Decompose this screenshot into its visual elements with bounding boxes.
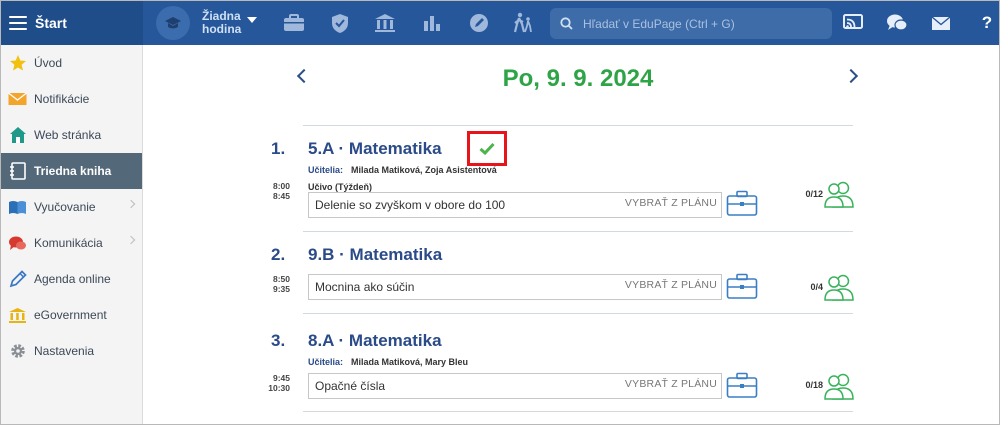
checkmark-icon	[479, 142, 495, 155]
sidebar-item-komunikacia[interactable]: Komunikácia	[1, 225, 142, 261]
sidebar-item-label: Notifikácie	[34, 92, 90, 106]
lesson-topic-field[interactable]: Opačné čísla VYBRAŤ Z PLÁNU	[308, 373, 722, 399]
sidebar-item-label: Nastavenia	[34, 344, 95, 358]
search-input[interactable]: Hľadať v EduPage (Ctrl + G)	[583, 17, 735, 31]
lesson-curriculum-link[interactable]: Učivo (Týždeň)	[308, 182, 372, 192]
students-icon[interactable]	[823, 372, 855, 400]
pencil-circle-icon[interactable]	[467, 11, 491, 35]
sidebar-item-egovernment[interactable]: eGovernment	[1, 297, 142, 333]
sidebar-item-agenda-online[interactable]: Agenda online	[1, 261, 142, 297]
chat-bubbles-icon[interactable]	[885, 11, 909, 35]
top-bar: Štart Žiadna hodina Hľadať v EduPage (Ct…	[1, 1, 999, 45]
sidebar-item-label: Web stránka	[34, 128, 102, 142]
lesson-topic: Mocnina ako súčin	[315, 280, 415, 294]
sidebar-item-triedna-kniha[interactable]: Triedna kniha	[1, 153, 142, 189]
lesson-card-3: 3. 8.A · Matematika Učitelia: Milada Mati…	[263, 313, 863, 413]
sidebar-item-web-stranka[interactable]: Web stránka	[1, 117, 142, 153]
lesson-title[interactable]: 8.A · Matematika	[308, 331, 442, 351]
page-title-date: Po, 9. 9. 2024	[502, 65, 654, 92]
sidebar-item-uvod[interactable]: Úvod	[1, 45, 142, 81]
chevron-right-icon	[126, 199, 136, 209]
sidebar-item-label: Agenda online	[34, 272, 111, 286]
graduation-cap-icon	[156, 6, 190, 40]
chevron-down-icon	[247, 17, 258, 23]
lesson-number: 2.	[271, 245, 286, 264]
institution-icon	[8, 306, 27, 325]
lesson-topic: Opačné čísla	[315, 379, 386, 393]
search-icon	[560, 17, 573, 30]
pen-icon	[8, 270, 27, 289]
search-bar[interactable]: Hľadať v EduPage (Ctrl + G)	[550, 8, 832, 39]
sidebar-item-label: Triedna kniha	[34, 164, 112, 178]
lesson-teachers: Učitelia: Milada Matiková, Mary Bleu	[308, 357, 469, 367]
lesson-topic: Delenie so zvyškom v obore do 100	[315, 198, 506, 212]
briefcase-icon[interactable]	[282, 11, 306, 35]
lesson-teachers: Učitelia: Milada Matiková, Zoja Asistento…	[308, 165, 497, 175]
envelope-icon[interactable]	[929, 11, 953, 35]
lesson-number: 1.	[271, 139, 286, 158]
sidebar-item-label: Vyučovanie	[34, 200, 96, 214]
lesson-selector[interactable]: Žiadna hodina	[156, 6, 258, 40]
chat-icon	[8, 234, 27, 253]
lesson-time: 8:00 8:45	[272, 181, 290, 201]
app-window: Štart Žiadna hodina Hľadať v EduPage (Ct…	[0, 0, 1000, 425]
briefcase-icon[interactable]	[726, 189, 758, 217]
students-icon[interactable]	[823, 180, 855, 208]
select-from-plan-button[interactable]: VYBRAŤ Z PLÁNU	[625, 378, 717, 390]
gear-icon	[8, 342, 27, 361]
lesson-completed-highlight[interactable]	[467, 131, 507, 166]
lesson-topic-field[interactable]: Mocnina ako súčin VYBRAŤ Z PLÁNU	[308, 274, 722, 300]
students-icon[interactable]	[823, 273, 855, 301]
sidebar-item-label: Komunikácia	[34, 236, 103, 250]
select-from-plan-button[interactable]: VYBRAŤ Z PLÁNU	[625, 197, 717, 209]
lesson-time: 9:45 10:30	[268, 373, 290, 393]
select-from-plan-button[interactable]: VYBRAŤ Z PLÁNU	[625, 279, 717, 291]
lesson-card-1: 1. 5.A · Matematika Učitelia: Milada Mati…	[263, 125, 863, 225]
sidebar-item-nastavenia[interactable]: Nastavenia	[1, 333, 142, 369]
attendance-count: 0/18	[805, 380, 823, 390]
sidebar-item-label: eGovernment	[34, 308, 107, 322]
help-button[interactable]: ?	[975, 11, 999, 35]
sidebar: Úvod Notifikácie Web stránka Triedna kni…	[1, 45, 143, 424]
cast-icon[interactable]	[841, 11, 865, 35]
lesson-title[interactable]: 5.A · Matematika	[308, 139, 442, 159]
bar-chart-icon[interactable]	[420, 11, 444, 35]
chevron-right-icon	[126, 235, 136, 245]
star-icon	[8, 54, 27, 73]
sidebar-item-label: Úvod	[34, 56, 63, 70]
divider	[303, 411, 853, 412]
brand-area[interactable]: Štart	[1, 1, 143, 45]
walking-people-icon[interactable]	[511, 11, 535, 35]
sidebar-item-notifikacie[interactable]: Notifikácie	[1, 81, 142, 117]
notebook-icon	[8, 162, 27, 181]
lesson-number: 3.	[271, 331, 286, 350]
book-icon	[8, 198, 27, 217]
sidebar-item-vyucovanie[interactable]: Vyučovanie	[1, 189, 142, 225]
briefcase-icon[interactable]	[726, 371, 758, 399]
house-icon	[8, 126, 27, 145]
institution-icon[interactable]	[373, 11, 397, 35]
shield-icon[interactable]	[328, 11, 352, 35]
lesson-topic-field[interactable]: Delenie so zvyškom v obore do 100 VYBRAŤ…	[308, 192, 722, 218]
attendance-count: 0/12	[805, 189, 823, 199]
envelope-icon	[8, 90, 27, 109]
lesson-title[interactable]: 9.B · Matematika	[308, 245, 442, 265]
lesson-selector-label: Žiadna hodina	[202, 9, 242, 36]
attendance-count: 0/4	[810, 282, 823, 292]
briefcase-icon[interactable]	[726, 272, 758, 300]
app-title: Štart	[35, 15, 67, 31]
menu-icon[interactable]	[9, 16, 27, 30]
lesson-time: 8:50 9:35	[272, 274, 290, 294]
